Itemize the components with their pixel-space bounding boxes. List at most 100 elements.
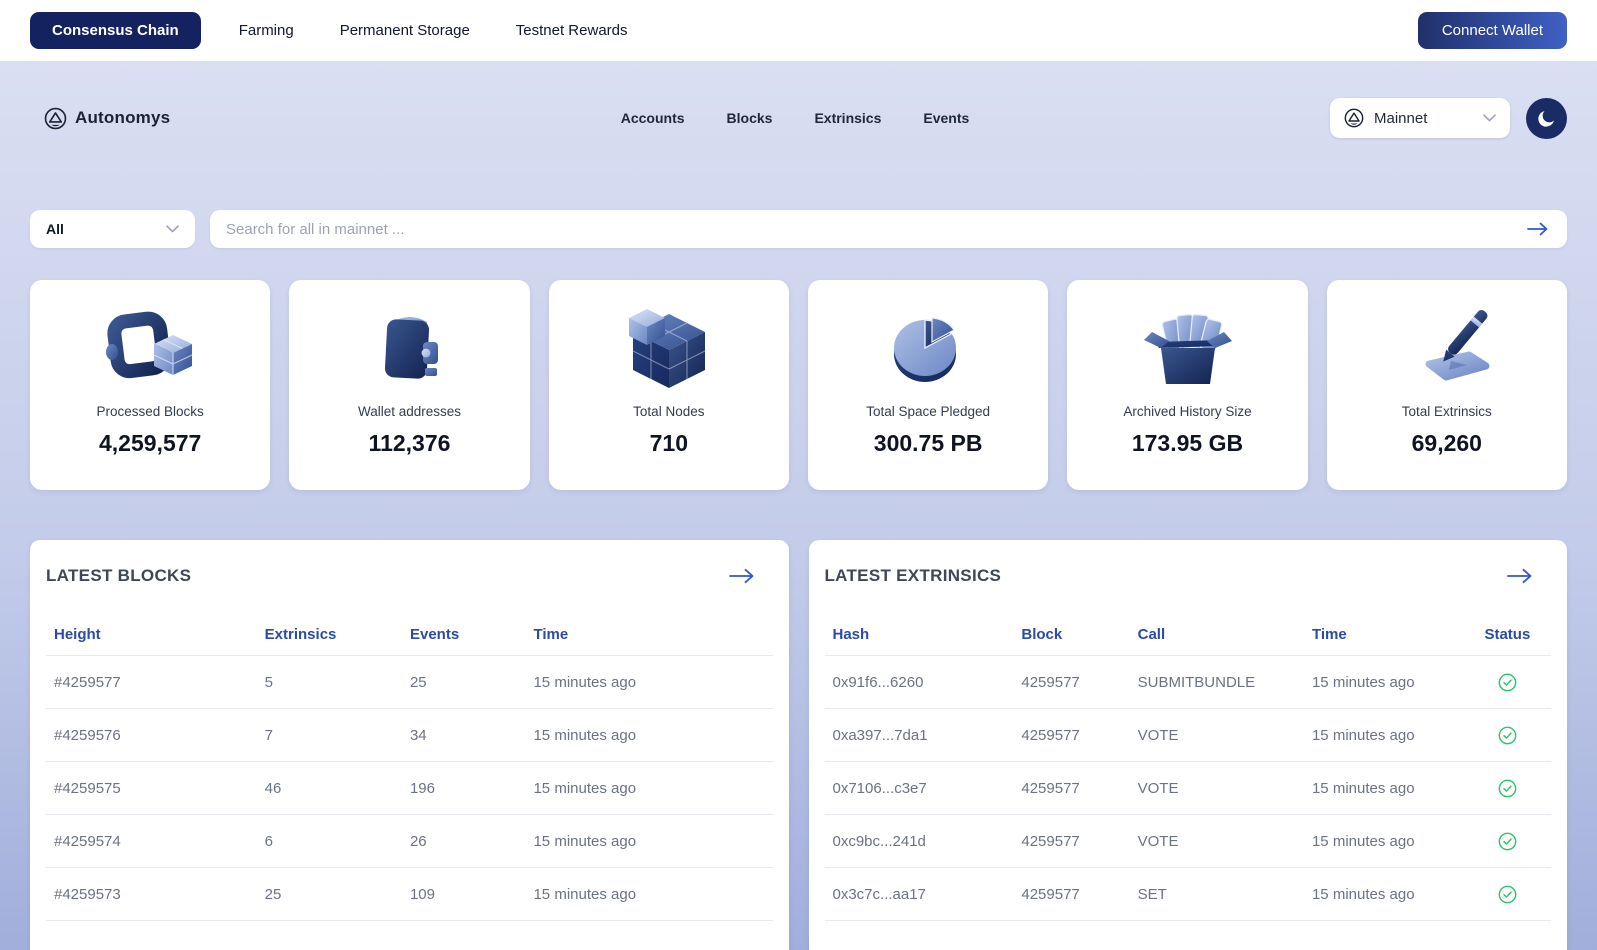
column-header-height: Height <box>46 626 257 643</box>
search-filter-select[interactable]: All <box>30 210 195 248</box>
consensus-chain-button[interactable]: Consensus Chain <box>30 12 201 49</box>
nav-link-farming[interactable]: Farming <box>239 22 294 39</box>
stat-card-wallet-addresses: Wallet addresses 112,376 <box>289 280 529 490</box>
search-submit-button[interactable] <box>1525 220 1551 238</box>
pie-3d-icon <box>878 300 978 396</box>
extrinsic-time: 15 minutes ago <box>1304 886 1464 903</box>
table-row[interactable]: #4259574 6 26 15 minutes ago <box>46 815 773 868</box>
extrinsic-hash-link[interactable]: 0xc9bc...241d <box>825 833 1014 850</box>
column-header-block: Block <box>1013 626 1129 643</box>
stat-value: 69,260 <box>1412 430 1482 457</box>
stats-cards: Processed Blocks 4,259,577 Wallet addres… <box>30 280 1567 490</box>
top-navigation-bar: Consensus Chain Farming Permanent Storag… <box>0 0 1597 61</box>
stat-value: 112,376 <box>369 430 451 457</box>
latest-blocks-card: LATEST BLOCKS Height Extrinsics Events T… <box>30 540 789 950</box>
table-row[interactable]: #4259577 5 25 15 minutes ago <box>46 656 773 709</box>
table-row[interactable]: 0x7106...c3e7 4259577 VOTE 15 minutes ag… <box>825 762 1552 815</box>
block-time: 15 minutes ago <box>525 780 772 797</box>
extrinsic-hash-link[interactable]: 0x3c7c...aa17 <box>825 886 1014 903</box>
nav-link-permanent-storage[interactable]: Permanent Storage <box>340 22 470 39</box>
extrinsic-hash-link[interactable]: 0x7106...c3e7 <box>825 780 1014 797</box>
explorer-nav-blocks[interactable]: Blocks <box>727 110 773 126</box>
block-events-count: 26 <box>402 833 526 850</box>
arrow-right-icon <box>1527 222 1549 236</box>
page-root: Consensus Chain Farming Permanent Storag… <box>0 0 1597 950</box>
stat-label: Wallet addresses <box>358 404 461 419</box>
success-status-icon <box>1464 726 1551 745</box>
latest-extrinsics-view-all-button[interactable] <box>1503 564 1537 588</box>
extrinsic-call: VOTE <box>1130 727 1304 744</box>
block-extrinsics-count: 5 <box>257 674 402 691</box>
nodes-cube-3d-icon <box>619 300 719 396</box>
search-input[interactable] <box>226 221 1525 238</box>
explorer-nav-extrinsics[interactable]: Extrinsics <box>814 110 881 126</box>
arrow-right-icon <box>1507 568 1533 584</box>
extrinsic-call: VOTE <box>1130 833 1304 850</box>
block-time: 15 minutes ago <box>525 886 772 903</box>
block-height-link[interactable]: #4259577 <box>46 674 257 691</box>
stat-card-archived-history-size: Archived History Size 173.95 GB <box>1067 280 1307 490</box>
column-header-time: Time <box>1304 626 1464 643</box>
success-status-icon <box>1464 832 1551 851</box>
extrinsic-block-number: 4259577 <box>1013 674 1129 691</box>
autonomys-brand[interactable]: Autonomys <box>44 107 170 130</box>
header-controls: Mainnet <box>1330 98 1567 139</box>
extrinsic-block-number: 4259577 <box>1013 886 1129 903</box>
wallet-3d-icon <box>359 300 459 396</box>
explorer-nav-accounts[interactable]: Accounts <box>621 110 685 126</box>
block-time: 15 minutes ago <box>525 833 772 850</box>
latest-extrinsics-table: Hash Block Call Time Status 0x91f6...626… <box>825 614 1552 921</box>
extrinsic-block-number: 4259577 <box>1013 780 1129 797</box>
block-height-link[interactable]: #4259575 <box>46 780 257 797</box>
block-height-link[interactable]: #4259573 <box>46 886 257 903</box>
stat-card-processed-blocks: Processed Blocks 4,259,577 <box>30 280 270 490</box>
column-header-events: Events <box>402 626 526 643</box>
block-events-count: 34 <box>402 727 526 744</box>
latest-blocks-title: LATEST BLOCKS <box>46 566 191 586</box>
table-row[interactable]: 0x91f6...6260 4259577 SUBMITBUNDLE 15 mi… <box>825 656 1552 709</box>
block-extrinsics-count: 46 <box>257 780 402 797</box>
network-selector[interactable]: Mainnet <box>1330 98 1510 138</box>
column-header-time: Time <box>525 626 772 643</box>
block-time: 15 minutes ago <box>525 674 772 691</box>
chevron-down-icon <box>166 225 179 233</box>
dark-mode-toggle[interactable] <box>1526 98 1567 139</box>
block-events-count: 25 <box>402 674 526 691</box>
table-row[interactable]: 0xa397...7da1 4259577 VOTE 15 minutes ag… <box>825 709 1552 762</box>
stat-value: 173.95 GB <box>1132 430 1243 457</box>
stat-card-total-extrinsics: Total Extrinsics 69,260 <box>1327 280 1567 490</box>
table-row[interactable]: #4259575 46 196 15 minutes ago <box>46 762 773 815</box>
column-header-hash: Hash <box>825 626 1014 643</box>
search-filter-value: All <box>46 221 64 237</box>
connect-wallet-button[interactable]: Connect Wallet <box>1418 12 1567 49</box>
table-row[interactable]: 0xc9bc...241d 4259577 VOTE 15 minutes ag… <box>825 815 1552 868</box>
table-row[interactable]: 0x3c7c...aa17 4259577 SET 15 minutes ago <box>825 868 1552 921</box>
extrinsic-block-number: 4259577 <box>1013 727 1129 744</box>
block-height-link[interactable]: #4259574 <box>46 833 257 850</box>
block-extrinsics-count: 7 <box>257 727 402 744</box>
table-row[interactable]: #4259576 7 34 15 minutes ago <box>46 709 773 762</box>
extrinsic-hash-link[interactable]: 0xa397...7da1 <box>825 727 1014 744</box>
latest-blocks-view-all-button[interactable] <box>725 564 759 588</box>
block-height-link[interactable]: #4259576 <box>46 727 257 744</box>
stat-label: Archived History Size <box>1123 404 1251 419</box>
network-selected-value: Mainnet <box>1374 110 1427 127</box>
extrinsic-hash-link[interactable]: 0x91f6...6260 <box>825 674 1014 691</box>
table-header-row: Height Extrinsics Events Time <box>46 614 773 656</box>
brand-name: Autonomys <box>75 108 170 128</box>
column-header-extrinsics: Extrinsics <box>257 626 402 643</box>
search-section: All <box>30 210 1567 248</box>
extrinsic-time: 15 minutes ago <box>1304 780 1464 797</box>
processed-blocks-3d-icon <box>100 300 200 396</box>
search-bar <box>210 210 1567 248</box>
nav-link-testnet-rewards[interactable]: Testnet Rewards <box>516 22 628 39</box>
latest-extrinsics-title: LATEST EXTRINSICS <box>825 566 1002 586</box>
table-row[interactable]: #4259573 25 109 15 minutes ago <box>46 868 773 921</box>
explorer-nav-events[interactable]: Events <box>923 110 969 126</box>
explorer-header: Autonomys Accounts Blocks Extrinsics Eve… <box>30 94 1567 142</box>
extrinsic-time: 15 minutes ago <box>1304 674 1464 691</box>
column-header-status: Status <box>1464 626 1551 643</box>
extrinsic-call: SUBMITBUNDLE <box>1130 674 1304 691</box>
stat-value: 4,259,577 <box>99 430 201 457</box>
archive-box-3d-icon <box>1137 300 1237 396</box>
